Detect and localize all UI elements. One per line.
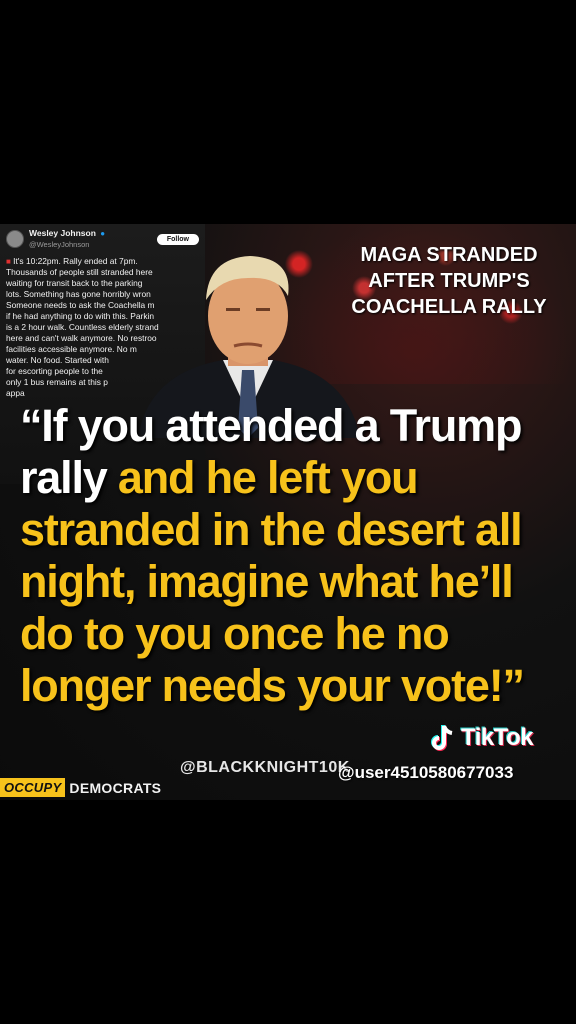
quote-text: “If you attended a Trump rally and he le… xyxy=(20,400,560,712)
verified-badge-icon: ● xyxy=(100,229,106,238)
quote-yellow-part: and he left you xyxy=(117,452,419,503)
headline-line: AFTER TRUMP'S xyxy=(368,270,530,292)
tiktok-wordmark: TikTok xyxy=(461,724,534,751)
occupy-democrats-logo: OCCUPY DEMOCRATS xyxy=(0,778,161,797)
tiktok-username: @user4510580677033 xyxy=(338,763,514,782)
brand-democrats: DEMOCRATS xyxy=(69,779,162,796)
image-credit: @BLACKKNIGHT10K xyxy=(180,759,350,776)
headline-line: COACHELLA RALLY xyxy=(351,296,547,318)
tiktok-logo-icon xyxy=(431,725,453,751)
quote-line: do to you once he no xyxy=(20,608,450,659)
quote-line: stranded in the desert all xyxy=(20,504,523,555)
tiktok-watermark: TikTok xyxy=(426,722,534,754)
headline-line: MAGA STRANDED xyxy=(360,244,538,266)
quote-line: longer needs your vote!” xyxy=(20,660,525,711)
pin-icon: ■ xyxy=(6,257,11,266)
tweet-author-name: Wesley Johnson xyxy=(29,228,96,238)
quote-line: rally and he left you xyxy=(20,452,560,504)
quote-line: “If you attended a Trump xyxy=(20,400,522,451)
headline: MAGA STRANDED AFTER TRUMP'S COACHELLA RA… xyxy=(334,242,564,320)
quote-line: night, imagine what he’ll xyxy=(20,556,514,607)
tweet-avatar xyxy=(6,230,24,248)
meme-image: Wesley Johnson ● @WesleyJohnson Follow ■… xyxy=(0,224,576,800)
quote-white-part: rally xyxy=(20,452,118,503)
brand-occupy: OCCUPY xyxy=(0,778,66,797)
